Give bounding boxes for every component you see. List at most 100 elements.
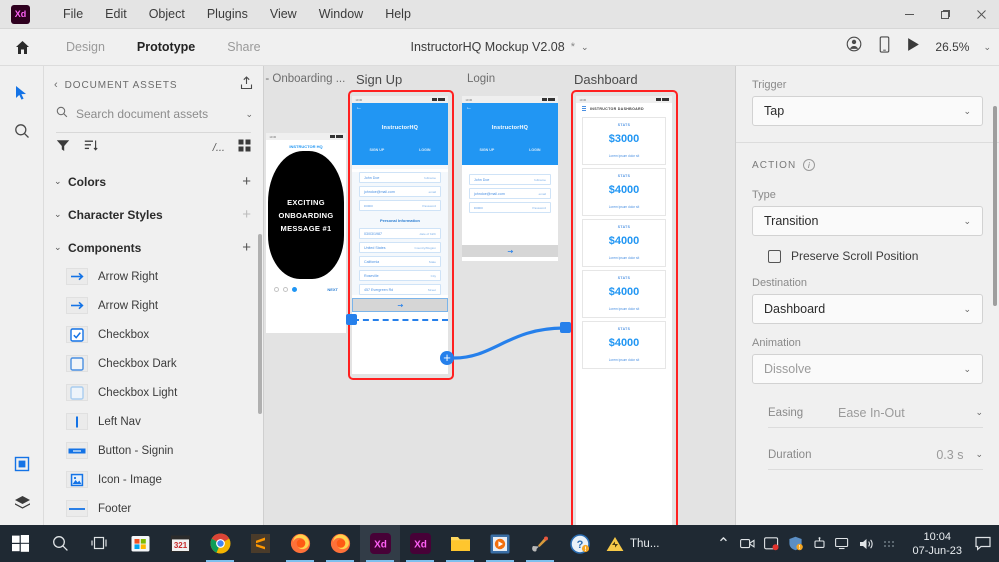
field-email[interactable]: johndoe@mail.com email [359, 186, 441, 197]
artboard-dashboard[interactable]: 10:30 INSTRUCTOR DASHBOARD STATS $3000 L… [576, 96, 672, 525]
artboard-login[interactable]: 10:30 ← InstructorHQ SIGN UP LOGIN John … [462, 96, 558, 261]
field-state[interactable]: California State [359, 256, 441, 267]
play-icon[interactable] [906, 37, 921, 57]
menu-item-help[interactable]: Help [374, 3, 422, 25]
back-arrow-icon[interactable]: ← [466, 105, 472, 111]
zoom-level[interactable]: 26.5% [935, 40, 969, 54]
search-chevron-down-icon[interactable]: ⌄ [245, 109, 253, 120]
add-component-button[interactable]: + [242, 240, 251, 255]
zoom-tool[interactable] [0, 112, 44, 150]
adobe-xd-icon[interactable]: Xd [360, 525, 400, 562]
resize-handle-left[interactable] [346, 314, 357, 325]
field-country[interactable]: United States Country/Region [359, 242, 441, 253]
chevron-down-icon[interactable]: ⌄ [963, 364, 971, 375]
info-icon[interactable]: i [803, 159, 816, 171]
menu-item-window[interactable]: Window [308, 3, 374, 25]
easing-row[interactable]: Easing Ease In-Out ⌄ [768, 398, 983, 428]
stat-card[interactable]: STATS $4000 Lorem ipsum dolor sit [582, 219, 666, 268]
artboard-label-signup[interactable]: Sign Up [356, 72, 402, 87]
adobe-xd-icon[interactable]: Xd [400, 525, 440, 562]
list-item[interactable]: Button - Signin [44, 436, 263, 465]
field-city[interactable]: Roseville City [359, 270, 441, 281]
file-explorer-icon[interactable] [440, 525, 480, 562]
tab-login[interactable]: LOGIN [529, 148, 540, 152]
chevron-down-icon[interactable]: ⌄ [963, 216, 971, 227]
artboard-label-onboarding[interactable]: ' - Onboarding ... [264, 73, 345, 85]
artboard-signup[interactable]: 10:30 ← InstructorHQ SIGN UP LOGIN John … [352, 96, 448, 374]
page-dot-active[interactable] [292, 286, 297, 292]
back-arrow-icon[interactable]: ← [356, 105, 362, 111]
tab-share[interactable]: Share [211, 34, 276, 60]
notification-icon[interactable] [971, 525, 995, 562]
chevron-down-icon[interactable]: ⌄ [54, 209, 68, 220]
start-button[interactable] [0, 525, 40, 562]
chevron-down-icon[interactable]: ⌄ [975, 449, 983, 460]
stat-card[interactable]: STATS $3000 Lorem ipsum dolor sit [582, 117, 666, 166]
artboard-label-login[interactable]: Login [467, 73, 495, 85]
field-email[interactable]: johndoe@mail.com email [469, 188, 551, 199]
hidden-icons[interactable] [879, 525, 903, 562]
menu-item-view[interactable]: View [259, 3, 308, 25]
list-item[interactable]: Left Nav [44, 407, 263, 436]
trigger-select[interactable]: Tap ⌄ [752, 96, 983, 126]
field-fullname[interactable]: John Doe fullname [469, 174, 551, 185]
firefox-icon[interactable] [320, 525, 360, 562]
duration-row[interactable]: Duration 0.3 s ⌄ [768, 440, 983, 470]
account-icon[interactable] [846, 36, 863, 58]
wire-target-handle[interactable] [560, 322, 571, 333]
filter-icon[interactable] [56, 139, 70, 157]
chevron-down-icon[interactable]: ⌄ [54, 242, 68, 253]
tray-chevron-up-icon[interactable]: ⌃ [711, 525, 735, 562]
list-item[interactable]: Checkbox Light [44, 378, 263, 407]
artboard-onboarding[interactable]: 10:30 INSTRUCTOR HQ EXCITING ONBOARDING … [266, 133, 346, 333]
search-input[interactable]: Search document assets [76, 107, 237, 121]
stat-card[interactable]: STATS $4000 Lorem ipsum dolor sit [582, 321, 666, 370]
minimize-button[interactable] [891, 0, 927, 29]
list-item[interactable]: Checkbox [44, 320, 263, 349]
artboard-label-dashboard[interactable]: Dashboard [574, 72, 638, 87]
assets-search-row[interactable]: Search document assets ⌄ [56, 101, 253, 127]
page-dot[interactable] [283, 286, 288, 292]
menu-item-object[interactable]: Object [138, 3, 196, 25]
destination-select[interactable]: Dashboard ⌄ [752, 294, 983, 324]
tab-login[interactable]: LOGIN [419, 148, 430, 152]
stat-card[interactable]: STATS $4000 Lorem ipsum dolor sit [582, 270, 666, 319]
preserve-scroll-row[interactable]: Preserve Scroll Position [768, 249, 999, 263]
export-icon[interactable] [240, 75, 253, 95]
tab-signup[interactable]: SIGN UP [479, 148, 494, 152]
animation-select[interactable]: Dissolve ⌄ [752, 354, 983, 384]
chevron-down-icon[interactable]: ⌄ [963, 106, 971, 117]
stat-card[interactable]: STATS $4000 Lorem ipsum dolor sit [582, 168, 666, 217]
add-character-style-button[interactable]: + [242, 207, 251, 222]
chevron-down-icon[interactable]: ⌄ [54, 176, 68, 187]
maximize-button[interactable] [927, 0, 963, 29]
type-select[interactable]: Transition ⌄ [752, 206, 983, 236]
assets-path-text[interactable]: /... [213, 142, 225, 154]
microsoft-store-icon[interactable] [120, 525, 160, 562]
firefox-icon[interactable] [280, 525, 320, 562]
weather-widget[interactable]: Thu... [600, 536, 665, 552]
next-button[interactable]: NEXT [327, 287, 338, 292]
chevron-down-icon[interactable]: ⌄ [963, 304, 971, 315]
signup-footer-bar[interactable] [352, 298, 448, 312]
sort-icon[interactable] [84, 139, 98, 157]
tab-prototype[interactable]: Prototype [121, 34, 211, 60]
list-item[interactable]: Icon - Image [44, 465, 263, 494]
field-password[interactable]: ••••••• Password [359, 200, 441, 211]
volume-icon[interactable] [855, 525, 879, 562]
tab-design[interactable]: Design [50, 34, 121, 60]
search-icon[interactable] [40, 525, 80, 562]
section-components[interactable]: ⌄ Components + [44, 233, 263, 262]
screen-record-icon[interactable] [759, 525, 783, 562]
zoom-chevron-down-icon[interactable]: ⌄ [983, 42, 991, 53]
field-fullname[interactable]: John Doe fullname [359, 172, 441, 183]
preserve-scroll-checkbox[interactable] [768, 249, 781, 263]
calendar-icon[interactable]: 321 [160, 525, 200, 562]
list-item[interactable]: Arrow Right [44, 262, 263, 291]
section-character-styles[interactable]: ⌄ Character Styles + [44, 200, 263, 229]
security-shield-icon[interactable]: ! [783, 525, 807, 562]
camera-icon[interactable] [735, 525, 759, 562]
page-dot[interactable] [274, 286, 279, 292]
grid-view-icon[interactable] [238, 139, 251, 157]
section-colors[interactable]: ⌄ Colors + [44, 167, 263, 196]
